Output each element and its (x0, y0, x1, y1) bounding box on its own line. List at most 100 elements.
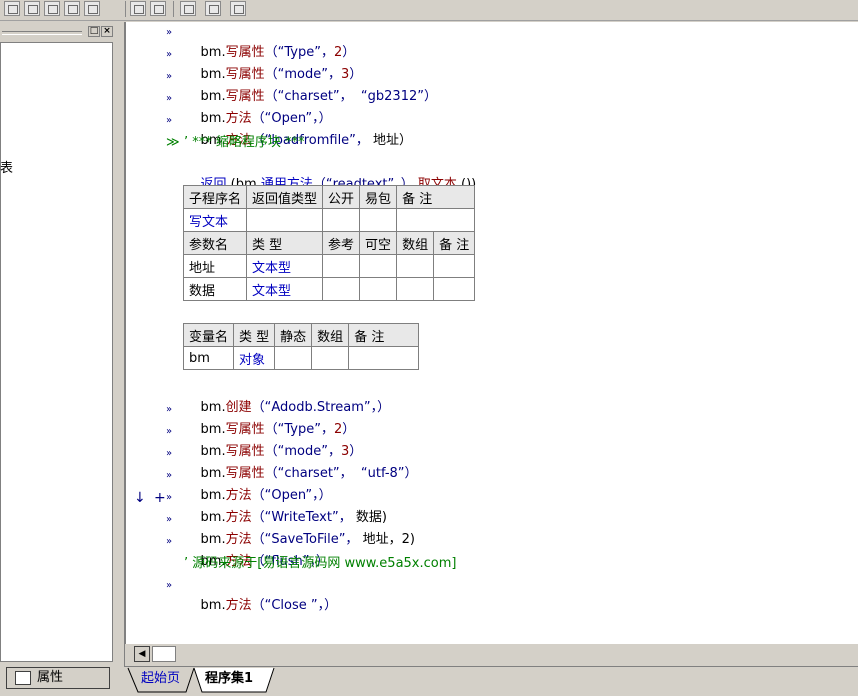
header-cell: 静态 (274, 323, 313, 347)
horizontal-scrollbar[interactable] (125, 644, 858, 664)
debug-arrow-icon[interactable]: ↓ (134, 488, 146, 508)
code-line[interactable]: bm.创建（“Adodb.Stream”，） (184, 378, 391, 415)
table-cell[interactable] (274, 346, 313, 370)
panel-content[interactable] (0, 42, 113, 662)
scroll-track[interactable] (152, 646, 176, 662)
header-cell: 类 型 (246, 231, 324, 255)
center-icon[interactable] (230, 1, 246, 16)
flow-marker-icon: » (166, 27, 173, 38)
header-cell: 参数名 (182, 231, 248, 255)
hspace-icon[interactable] (84, 1, 100, 16)
flow-marker-icon: » (166, 426, 173, 437)
flow-marker-icon: » (166, 115, 173, 126)
header-cell: 备 注 (433, 231, 476, 255)
code-line[interactable]: bm.写属性（“Type”，2） (184, 23, 356, 60)
code-line[interactable]: bm.方法（“Open”，） (184, 89, 332, 126)
param-type-cell[interactable]: 文本型 (246, 277, 324, 301)
header-cell: 类 型 (233, 323, 276, 347)
grid-icon[interactable] (4, 1, 20, 16)
tab-start-page[interactable]: 起始页 (141, 668, 180, 690)
variable-table: 变量名 类 型 静态 数组 备 注 bm 对象 (182, 323, 420, 370)
table-row[interactable]: bm 对象 (182, 346, 420, 370)
chart-icon[interactable] (44, 1, 60, 16)
table-cell[interactable] (433, 254, 476, 278)
param-name-cell[interactable]: 数据 (182, 277, 248, 301)
code-line[interactable]: bm.方法（“SaveToFile”， 地址，2) (184, 510, 415, 547)
header-cell: 备 注 (348, 323, 420, 347)
code-line[interactable]: bm.写属性（“mode”，3） (184, 422, 363, 459)
table-cell[interactable] (322, 254, 361, 278)
table-cell[interactable] (396, 208, 476, 232)
header-cell: 返回值类型 (246, 185, 324, 209)
flow-marker-icon: » (166, 404, 173, 415)
code-line[interactable]: bm.写属性（“mode”，3） (184, 45, 363, 82)
properties-icon (15, 670, 31, 685)
table-row[interactable]: 地址 文本型 (182, 254, 476, 278)
subroutine-name-cell[interactable]: 写文本 (182, 208, 248, 232)
panel-text-fragment: 表 (0, 161, 14, 176)
header-cell: 可空 (359, 231, 398, 255)
code-line[interactable]: bm.写属性（“Type”，2） (184, 400, 356, 437)
table-cell[interactable] (246, 208, 324, 232)
flow-marker-icon: » (166, 470, 173, 481)
table-icon[interactable] (24, 1, 40, 16)
table-cell[interactable] (396, 254, 435, 278)
flow-marker-icon: » (166, 514, 173, 525)
vheight-icon[interactable] (150, 1, 166, 16)
table-cell[interactable] (359, 277, 398, 301)
properties-tab-label: 属性 (37, 670, 64, 685)
flow-marker-icon: » (166, 71, 173, 82)
table-cell[interactable] (322, 208, 361, 232)
header-cell: 数组 (396, 231, 435, 255)
tab-program-set[interactable]: 程序集1 (205, 668, 253, 690)
code-line[interactable]: bm.方法（“WriteText”， 数据) (184, 488, 387, 525)
flow-marker-icon: » (166, 93, 173, 104)
param-type-cell[interactable]: 文本型 (246, 254, 324, 278)
close-icon[interactable]: × (101, 26, 113, 37)
table-cell[interactable] (359, 254, 398, 278)
code-line[interactable]: bm.方法（“Close ”，） (184, 576, 338, 613)
hwidth-icon[interactable] (130, 1, 146, 16)
flow-marker-icon: » (166, 492, 173, 503)
table-cell[interactable] (359, 208, 398, 232)
header-cell: 易包 (359, 185, 398, 209)
comment-line[interactable]: ’ 源码来源于[易语言源码网 www.e5a5x.com] (184, 554, 456, 574)
header-cell: 参考 (322, 231, 361, 255)
properties-tab[interactable]: 属性 (6, 667, 110, 689)
collapse-icon[interactable]: ≫ (166, 133, 180, 153)
toolbar (0, 0, 858, 21)
code-editor[interactable]: » bm.写属性（“Type”，2） » bm.写属性（“mode”，3） » … (125, 22, 858, 644)
vspace-icon[interactable] (205, 1, 221, 16)
table-cell[interactable] (433, 277, 476, 301)
code-line[interactable]: bm.写属性（“charset”， “utf-8”） (184, 444, 418, 481)
param-name-cell[interactable]: 地址 (182, 254, 248, 278)
hwidth-icon[interactable] (180, 1, 196, 16)
columns-icon[interactable] (64, 1, 80, 16)
header-cell: 数组 (311, 323, 350, 347)
flow-marker-icon: » (166, 536, 173, 547)
panel-grip[interactable] (2, 31, 82, 35)
var-name-cell[interactable]: bm (182, 346, 235, 370)
table-cell[interactable] (311, 346, 350, 370)
return-line[interactable]: 返回 (bm.通用方法（“readtext”，）.取文本 ()) (184, 155, 477, 192)
header-cell: 备 注 (396, 185, 476, 209)
breakpoint-plus-icon[interactable]: + (154, 488, 166, 508)
flow-marker-icon: » (166, 49, 173, 60)
table-cell[interactable] (322, 277, 361, 301)
table-cell[interactable] (348, 346, 420, 370)
table-row[interactable]: 数据 文本型 (182, 277, 476, 301)
code-line[interactable]: bm.写属性（“charset”， “gb2312”） (184, 67, 437, 104)
restore-icon[interactable]: □ (88, 26, 100, 37)
code-line[interactable]: bm.方法（“flush”，） (184, 532, 330, 569)
header-cell: 公开 (322, 185, 361, 209)
subroutine-table: 子程序名 返回值类型 公开 易包 备 注 写文本 参数名 类 型 参考 可空 数… (182, 185, 476, 301)
scroll-left-icon[interactable]: ◀ (134, 646, 150, 662)
code-line[interactable]: bm.方法（“Open”，） (184, 466, 332, 503)
var-type-cell[interactable]: 对象 (233, 346, 276, 370)
code-line[interactable]: bm.方法（“loadfromfile”， 地址） (184, 111, 413, 148)
separator (173, 1, 174, 17)
collapsed-block-comment[interactable]: ’ *** 缩略程序块 *** (184, 133, 305, 153)
header-cell: 子程序名 (182, 185, 248, 209)
separator (125, 1, 126, 17)
table-cell[interactable] (396, 277, 435, 301)
